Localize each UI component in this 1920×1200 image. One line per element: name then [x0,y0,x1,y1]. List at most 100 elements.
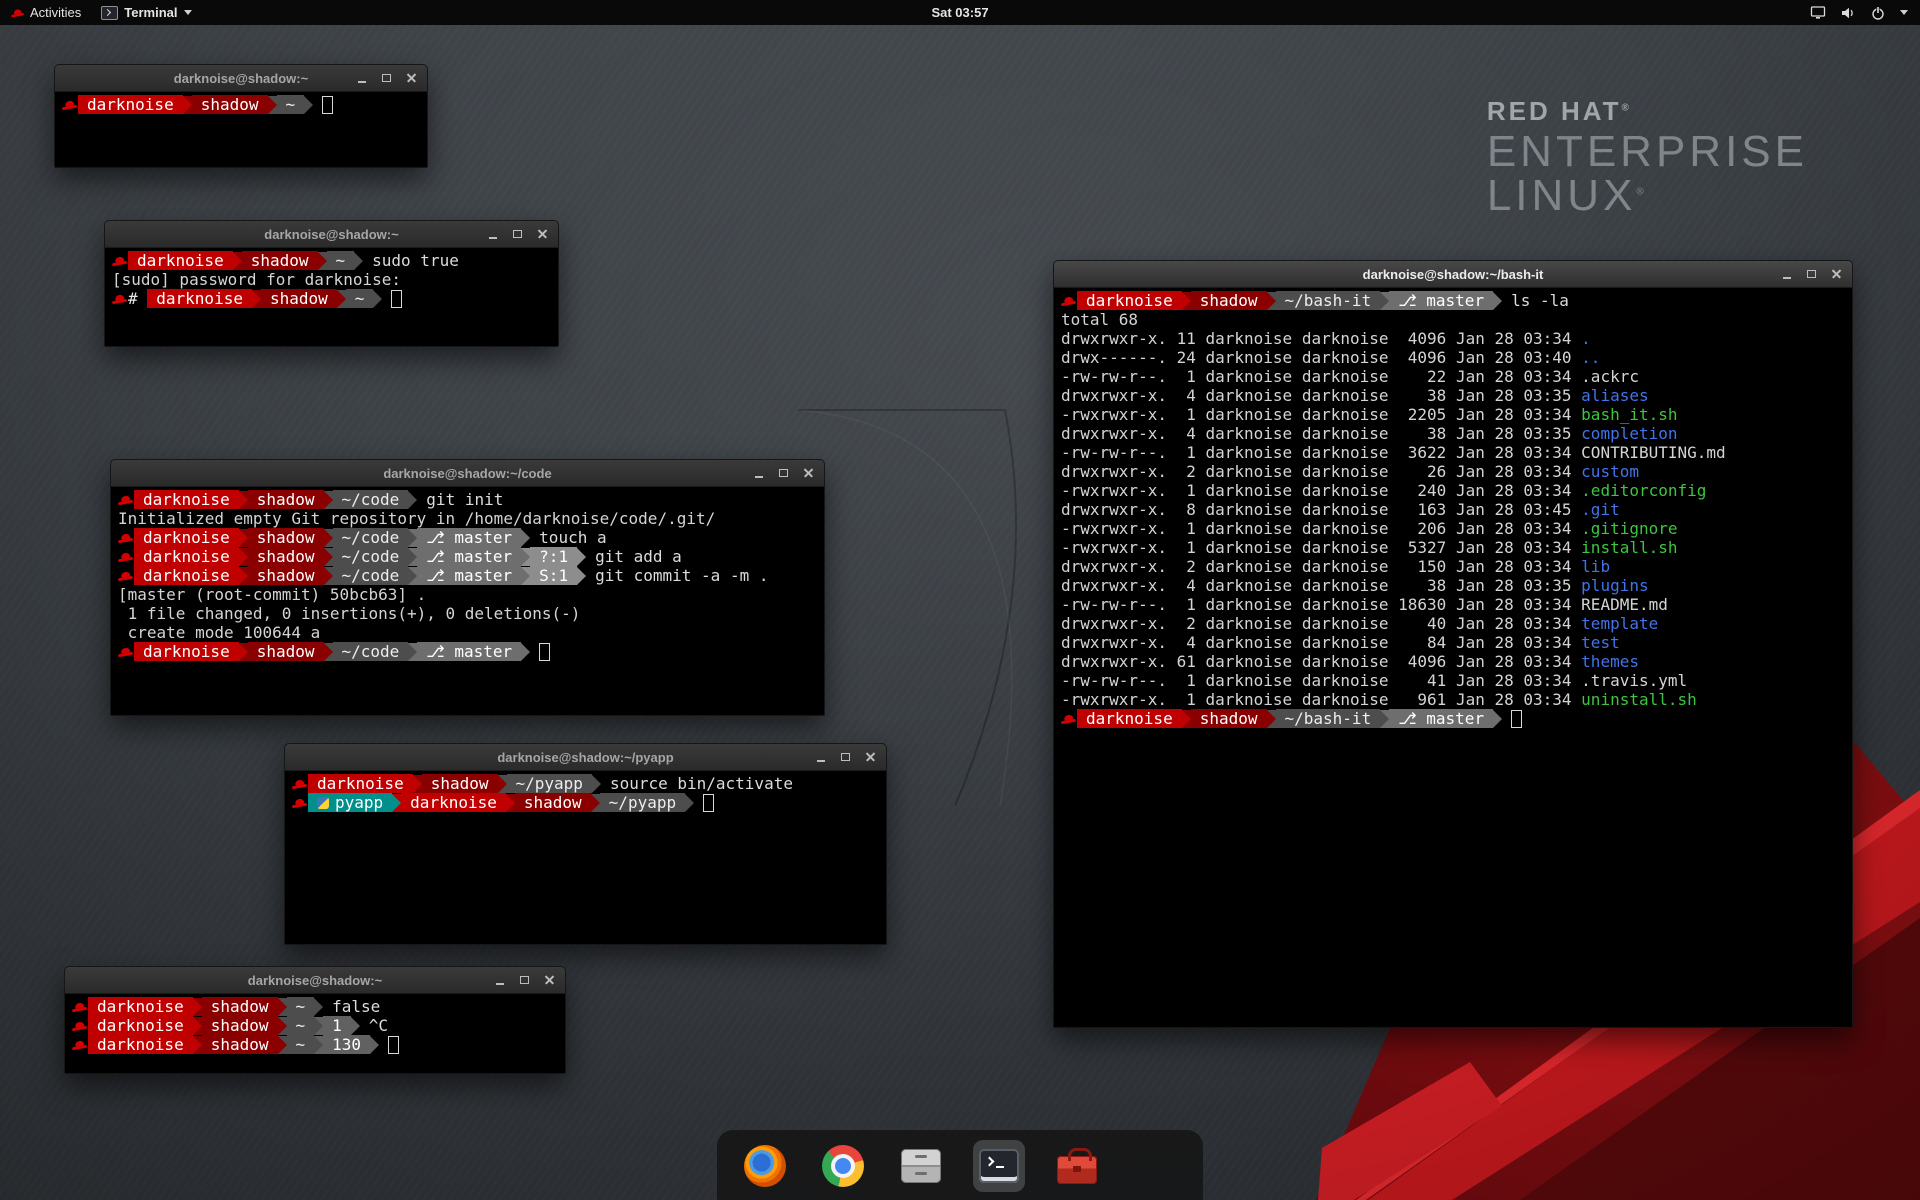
maximize-button[interactable] [379,71,394,86]
prompt-segment-path: ~/code [333,490,409,509]
prompt-segment-git: ⎇ master [1389,709,1493,728]
dock-item-app-grid[interactable] [1129,1140,1181,1192]
maximize-button[interactable] [517,973,532,988]
terminal-text: create mode 100644 a [118,623,320,642]
terminal-line: 1 file changed, 0 insertions(+), 0 delet… [118,604,817,623]
minimize-button[interactable] [751,466,766,481]
prompt-segment-user: darknoise [134,490,239,509]
icon-shape [901,1149,941,1183]
powerline-separator-icon [392,794,401,812]
redhat-prompt-icon [292,795,308,811]
terminal-line: darknoiseshadow~/bash-it⎇ master [1061,709,1845,728]
terminal-text: install.sh [1581,538,1677,557]
powerline-separator-icon [408,491,417,509]
terminal-window: darknoise@shadow:~darknoiseshadow~sudo t… [104,220,559,347]
terminal-body[interactable]: darknoiseshadow~/codegit initInitialized… [111,487,824,664]
prompt-segment-path: ~/bash-it [1276,291,1381,310]
powerline-separator-icon [408,529,417,547]
terminal-cursor [388,1036,399,1054]
activities-button[interactable]: Activities [0,0,91,25]
minimize-button[interactable] [813,750,828,765]
terminal-text: drwxrwxr-x. 4 darknoise darknoise 84 Jan… [1061,633,1581,652]
close-button[interactable] [1829,267,1844,282]
minimize-button[interactable] [354,71,369,86]
maximize-button[interactable] [510,227,525,242]
powerline-separator-icon [318,252,327,270]
app-menu-terminal[interactable]: Terminal [91,0,201,25]
terminal-text: 1 file changed, 0 insertions(+), 0 delet… [118,604,580,623]
powerline-separator-icon [354,252,363,270]
window-titlebar[interactable]: darknoise@shadow:~ [55,65,427,92]
dock-item-firefox[interactable] [739,1140,791,1192]
window-layer: darknoise@shadow:~darknoiseshadow~darkno… [0,0,1920,1200]
minimize-button[interactable] [492,973,507,988]
close-button[interactable] [535,227,550,242]
terminal-body[interactable]: darknoiseshadow~/bash-it⎇ masterls -lato… [1054,288,1852,731]
terminal-line: -rw-rw-r--. 1 darknoise darknoise 41 Jan… [1061,671,1845,690]
terminal-text: drwxrwxr-x. 61 darknoise darknoise 4096 … [1061,652,1581,671]
minimize-button[interactable] [485,227,500,242]
terminal-text: custom [1581,462,1639,481]
terminal-text: -rw-rw-r--. 1 darknoise darknoise 18630 … [1061,595,1581,614]
toolbox-icon [1057,1148,1097,1184]
powerline-separator-icon [278,1036,287,1054]
terminal-text: drwxrwxr-x. 2 darknoise darknoise 150 Ja… [1061,557,1581,576]
dock-item-files[interactable] [895,1140,947,1192]
icon-shape [822,1145,864,1187]
powerline-separator-icon [193,1017,202,1035]
terminal-line: drwxrwxr-x. 4 darknoise darknoise 38 Jan… [1061,386,1845,405]
terminal-text: [sudo] password for darknoise: [112,270,401,289]
window-titlebar[interactable]: darknoise@shadow:~/bash-it [1054,261,1852,288]
close-button[interactable] [801,466,816,481]
prompt-segment-host: shadow [248,528,324,547]
terminal-body[interactable]: darknoiseshadow~falsedarknoiseshadow~1^C… [65,994,565,1057]
redhat-prompt-icon [112,291,128,307]
powerline-separator-icon [314,1017,323,1035]
powerline-separator-icon [506,794,515,812]
prompt-segment-user: darknoise [134,528,239,547]
powerline-separator-icon [408,567,417,585]
window-titlebar[interactable]: darknoise@shadow:~/pyapp [285,744,886,771]
terminal-text: drwxrwxr-x. 2 darknoise darknoise 40 Jan… [1061,614,1581,633]
maximize-button[interactable] [838,750,853,765]
top-bar-left: Activities Terminal [0,0,202,25]
prompt-segment-host: shadow [202,997,278,1016]
powerline-separator-icon [314,998,323,1016]
window-titlebar[interactable]: darknoise@shadow:~ [65,967,565,994]
terminal-text: git commit -a -m . [595,566,768,585]
terminal-line: -rwxrwxr-x. 1 darknoise darknoise 961 Ja… [1061,690,1845,709]
maximize-button[interactable] [1804,267,1819,282]
powerline-separator-icon [408,548,417,566]
files-icon [901,1149,941,1183]
prompt-segment-host: shadow [515,793,591,812]
terminal-body[interactable]: darknoiseshadow~sudo true[sudo] password… [105,248,558,311]
maximize-button[interactable] [776,466,791,481]
window-titlebar[interactable]: darknoise@shadow:~ [105,221,558,248]
powerline-separator-icon [233,252,242,270]
powerline-separator-icon [324,548,333,566]
window-titlebar[interactable]: darknoise@shadow:~/code [111,460,824,487]
dock-item-terminal[interactable] [973,1140,1025,1192]
terminal-body[interactable]: darknoiseshadow~ [55,92,427,117]
close-button[interactable] [542,973,557,988]
window-controls [492,967,557,993]
minimize-button[interactable] [1779,267,1794,282]
terminal-text: CONTRIBUTING.md [1581,443,1726,462]
display-icon [1810,5,1826,20]
dock-item-toolbox[interactable] [1051,1140,1103,1192]
redhat-prompt-icon [1061,293,1077,309]
prompt-segment-path: ~ [327,251,355,270]
terminal-body[interactable]: darknoiseshadow~/pyappsource bin/activat… [285,771,886,815]
system-menu[interactable] [1810,0,1920,25]
close-button[interactable] [863,750,878,765]
terminal-line: darknoiseshadow~/bash-it⎇ masterls -la [1061,291,1845,310]
powerline-separator-icon [521,643,530,661]
terminal-line: [sudo] password for darknoise: [112,270,551,289]
dock-item-chrome[interactable] [817,1140,869,1192]
terminal-line: create mode 100644 a [118,623,817,642]
close-button[interactable] [404,71,419,86]
powerline-separator-icon [193,1036,202,1054]
redhat-prompt-icon [72,1018,88,1034]
prompt-segment-git: ⎇ master [417,528,521,547]
clock[interactable]: Sat 03:57 [931,5,988,20]
